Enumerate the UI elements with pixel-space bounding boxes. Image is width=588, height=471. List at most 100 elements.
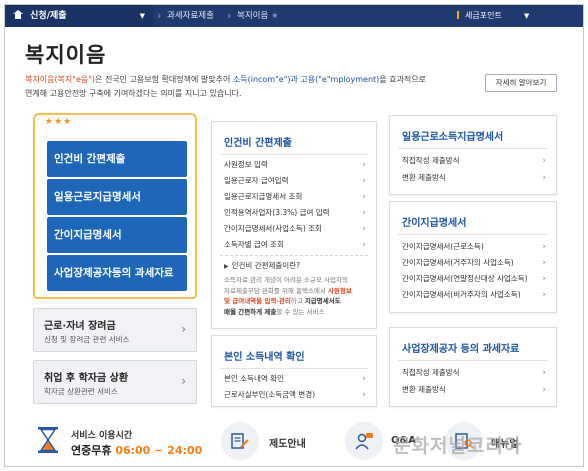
top-nav-bar: 신청/제출 ▼ › 과세자료제출 › 복지이음 ★ 세금포인트 ▼ — [5, 5, 583, 27]
learn-more-button[interactable]: 자세히 알아보기 — [485, 74, 557, 92]
chevron-down-icon: ▼ — [139, 12, 145, 20]
chevron-right-icon: › — [362, 390, 366, 400]
daily-wage-card: 일용근로소득지급명세서 직접작성 제출방식 › 변환 제출방식 › — [389, 115, 557, 195]
provider-tax-data-button[interactable]: 사업장제공자등의 과세자료 — [47, 255, 187, 291]
card-title: 일용근로소득지급명세서 — [402, 132, 504, 143]
chevron-right-icon: › — [542, 156, 546, 166]
chevron-right-icon: › — [362, 192, 366, 202]
chevron-right-icon: › — [542, 258, 546, 268]
guide-link[interactable]: 제도안내 — [269, 435, 306, 450]
list-item-label: 소득자별 급여 조회 — [224, 240, 284, 249]
card-title: 인건비 간편제출 — [224, 138, 292, 149]
note-text: 소득자료 관리 개념이 어려운 소규모 사업자의 자료제출부담 완화를 위해 홈… — [224, 275, 374, 317]
guide-icon-button[interactable] — [221, 422, 259, 460]
chevron-right-icon: › — [362, 224, 366, 234]
divider — [220, 154, 368, 155]
list-item[interactable]: 간이지급명세서(비거주자의 사업소득) › — [402, 288, 546, 302]
service-hours-prefix: 연중무휴 — [71, 444, 116, 457]
desc-text-1: 은 전국민 고용보험 확대정책에 발맞추어 — [95, 75, 233, 84]
chevron-right-icon: › — [362, 374, 366, 384]
page-description: 복지이음(복지"e음")은 전국민 고용보험 확대정책에 발맞추어 소득(inc… — [25, 73, 465, 101]
breadcrumb-current: 복지이음 — [237, 11, 269, 21]
list-item[interactable]: 간이지급명세서(거주자의 사업소득) › — [402, 256, 546, 270]
stars-icon: ★★★ — [45, 117, 73, 127]
list-item[interactable]: 간이지급명세서(사업소득) 조회 › — [224, 222, 366, 236]
list-item[interactable]: 직접작성 제출방식 › — [402, 154, 546, 168]
list-item[interactable]: 간이지급명세서(근로소득) › — [402, 240, 546, 254]
breadcrumb-item-tax-data[interactable]: 과세자료제출 — [167, 5, 214, 27]
breadcrumb-separator-icon: › — [157, 9, 162, 22]
document-pen-icon — [231, 433, 249, 449]
student-loan-card[interactable]: 취업 후 학자금 상환 학자금 상환관련 서비스 › — [33, 360, 197, 404]
list-item[interactable]: 직접작성 제출방식 › — [402, 366, 546, 380]
desc-line-2: 연계해 고용안전망 구축에 기여하겠다는 의미를 지니고 있습니다. — [25, 89, 242, 98]
note-emphasis: 및 급여내역을 입력·관리 — [224, 297, 291, 305]
card-title: 본인 소득내역 확인 — [224, 352, 305, 363]
chevron-right-icon: › — [362, 176, 366, 186]
chevron-right-icon: › — [542, 173, 546, 183]
list-item-label: 본인 소득내역 확인 — [224, 374, 284, 383]
card-title: 사업장제공자 등의 과세자료 — [402, 344, 520, 355]
list-item-label: 직접작성 제출방식 — [402, 368, 460, 377]
nav-menu-label: 신청/제출 — [30, 11, 67, 21]
page-frame: 신청/제출 ▼ › 과세자료제출 › 복지이음 ★ 세금포인트 ▼ 복지이음 복지이… — [4, 4, 584, 467]
list-item-label: 인적용역사업자(3.3%) 급여 입력 — [224, 208, 330, 217]
list-item[interactable]: 일용근로지급명세서 조회 › — [224, 190, 366, 204]
simple-statement-card: 간이지급명세서 간이지급명세서(근로소득) › 간이지급명세서(거주자의 사업소득… — [389, 201, 557, 313]
list-item-label: 일용근로지급명세서 조회 — [224, 192, 303, 201]
note-line: 자료제출부담 완화를 위해 홈택스에서 — [224, 286, 328, 295]
note-title: ▶ 인건비 간편제출이란? — [224, 260, 300, 271]
note-line: 하고 — [290, 297, 305, 305]
home-icon[interactable] — [13, 10, 23, 19]
list-item[interactable]: 소득자별 급여 조회 › — [224, 238, 366, 252]
list-item[interactable]: 사원정보 입력 › — [224, 158, 366, 172]
chevron-down-icon: ▼ — [523, 12, 530, 20]
list-item[interactable]: 변환 제출방식 › — [402, 383, 546, 397]
note-emphasis: 매월 간편하게 제출 — [224, 307, 277, 316]
tax-point-label: 세금포인트 — [465, 11, 502, 20]
divider — [398, 234, 548, 235]
page-title: 복지이음 — [25, 43, 107, 67]
hourglass-icon — [38, 427, 58, 453]
watermark: 문화저널코리아 — [393, 435, 523, 457]
simple-statement-button[interactable]: 간이지급명세서 — [47, 217, 187, 253]
chevron-right-icon: › — [542, 368, 546, 378]
nav-menu-dropdown[interactable]: 신청/제출 ▼ — [5, 5, 153, 27]
earned-income-credit-card[interactable]: 근로·자녀 장려금 신청 및 장려금 관련 서비스 › — [33, 308, 197, 352]
chevron-right-icon: › — [542, 242, 546, 252]
service-hours-time: 06:00 ~ 24:00 — [115, 444, 203, 457]
list-item-label: 간이지급명세서(비거주자의 사업소득) — [402, 290, 521, 299]
chevron-right-icon: › — [181, 374, 186, 388]
favorite-star-icon[interactable]: ★ — [271, 11, 278, 20]
provider-tax-card: 사업장제공자 등의 과세자료 직접작성 제출방식 › 변환 제출방식 › — [389, 327, 557, 407]
labor-cost-card: 인건비 간편제출 사원정보 입력 › 일용근로자 급여입력 › 일용근로지급명세서 … — [211, 121, 377, 329]
list-item[interactable]: 근로사실부인(소득금액 변경) › — [224, 388, 366, 402]
note-emphasis: 지급명세서도 — [304, 297, 341, 305]
card-title: 취업 후 학자금 상환 — [44, 373, 129, 384]
card-title: 근로·자녀 장려금 — [44, 321, 116, 332]
card-subtitle: 신청 및 장려금 관련 서비스 — [44, 335, 130, 344]
chat-person-icon — [355, 433, 373, 450]
desc-highlight: 소득(incom"e")과 고용("e"mployment) — [232, 75, 380, 84]
labor-cost-submit-button[interactable]: 인건비 간편제출 — [47, 141, 187, 177]
list-item-label: 사원정보 입력 — [224, 160, 268, 169]
qa-icon-button[interactable] — [345, 422, 383, 460]
service-hours: 연중무휴 06:00 ~ 24:00 — [71, 442, 202, 458]
triangle-right-icon: ▶ — [224, 263, 229, 270]
list-item-label: 일용근로자 급여입력 — [224, 176, 289, 185]
tax-point-menu[interactable]: 세금포인트 ▼ — [457, 5, 529, 27]
list-item-label: 간이지급명세서(근로소득) — [402, 242, 484, 251]
list-item[interactable]: 인적용역사업자(3.3%) 급여 입력 › — [224, 206, 366, 220]
card-title: 간이지급명세서 — [402, 218, 467, 229]
list-item[interactable]: 일용근로자 급여입력 › — [224, 174, 366, 188]
service-hours-label: 서비스 이용시간 — [71, 431, 133, 441]
desc-text-2: 을 효과적으로 — [379, 75, 427, 84]
quick-menu-box: ★★★ 인건비 간편제출 일용근로지급명세서 간이지급명세서 사업장제공자등의 … — [33, 113, 197, 299]
chevron-right-icon: › — [181, 322, 186, 336]
list-item[interactable]: 본인 소득내역 확인 › — [224, 372, 366, 386]
list-item-label: 간이지급명세서(거주자의 사업소득) — [402, 258, 514, 267]
divider — [220, 255, 368, 256]
list-item[interactable]: 간이지급명세서(연말정산대상 사업소득) › — [402, 272, 546, 286]
daily-wage-statement-button[interactable]: 일용근로지급명세서 — [47, 179, 187, 215]
list-item[interactable]: 변환 제출방식 › — [402, 171, 546, 185]
